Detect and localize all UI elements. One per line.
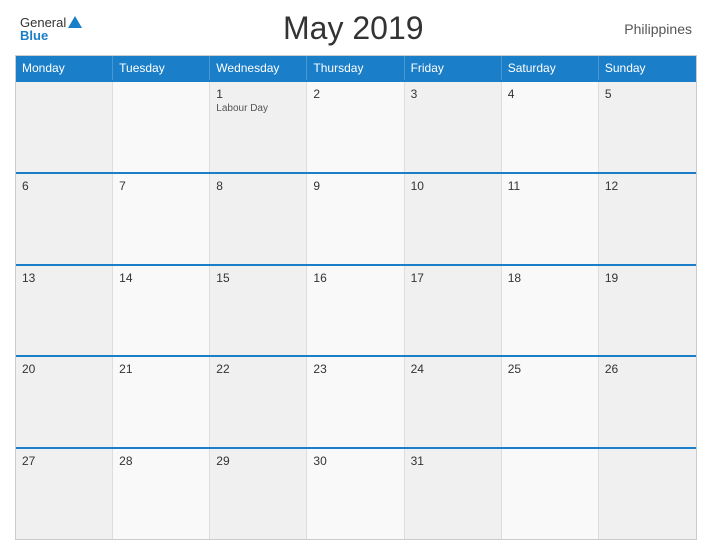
day-number: 1 [216, 87, 300, 101]
day-number: 2 [313, 87, 397, 101]
calendar-cell: 11 [502, 174, 599, 264]
calendar-cell: 19 [599, 266, 696, 356]
calendar-title: May 2019 [283, 10, 424, 47]
calendar-cell: 2 [307, 82, 404, 172]
calendar-week-5: 27 28 29 30 31 [16, 447, 696, 539]
calendar-cell [113, 82, 210, 172]
day-of-week-sunday: Sunday [599, 56, 696, 80]
day-number: 29 [216, 454, 300, 468]
calendar-cell: 20 [16, 357, 113, 447]
calendar-cell: 25 [502, 357, 599, 447]
calendar-week-1: 1 Labour Day 2345 [16, 80, 696, 172]
calendar-cell: 17 [405, 266, 502, 356]
day-event: Labour Day [216, 103, 300, 114]
calendar-cell: 7 [113, 174, 210, 264]
logo-blue-text: Blue [20, 29, 82, 42]
calendar-body: 1Labour Day23456789101112131415161718192… [16, 80, 696, 539]
day-number: 25 [508, 362, 592, 376]
day-number: 9 [313, 179, 397, 193]
calendar-cell: 31 [405, 449, 502, 539]
day-number: 26 [605, 362, 690, 376]
day-number: 21 [119, 362, 203, 376]
day-number: 15 [216, 271, 300, 285]
calendar-cell [16, 82, 113, 172]
day-number: 20 [22, 362, 106, 376]
day-of-week-wednesday: Wednesday [210, 56, 307, 80]
calendar-cell: 24 [405, 357, 502, 447]
calendar-cell: 27 [16, 449, 113, 539]
day-number: 24 [411, 362, 495, 376]
logo: General Blue [20, 16, 82, 42]
day-number: 23 [313, 362, 397, 376]
day-number: 22 [216, 362, 300, 376]
logo-general-text: General [20, 16, 66, 29]
calendar-header: MondayTuesdayWednesdayThursdayFridaySatu… [16, 56, 696, 80]
calendar-cell: 30 [307, 449, 404, 539]
calendar-cell: 3 [405, 82, 502, 172]
day-of-week-monday: Monday [16, 56, 113, 80]
day-of-week-saturday: Saturday [502, 56, 599, 80]
calendar-cell: 13 [16, 266, 113, 356]
day-number: 19 [605, 271, 690, 285]
calendar-cell: 6 [16, 174, 113, 264]
calendar-cell: 14 [113, 266, 210, 356]
calendar-cell: 28 [113, 449, 210, 539]
calendar-cell: 16 [307, 266, 404, 356]
calendar-week-4: 20 21 22 23 24 25 26 [16, 355, 696, 447]
day-number: 27 [22, 454, 106, 468]
day-number: 6 [22, 179, 106, 193]
calendar-cell: 9 [307, 174, 404, 264]
day-number: 10 [411, 179, 495, 193]
day-number: 4 [508, 87, 592, 101]
day-number: 16 [313, 271, 397, 285]
header: General Blue May 2019 Philippines [15, 10, 697, 47]
calendar-cell: 5 [599, 82, 696, 172]
calendar-cell: 26 [599, 357, 696, 447]
calendar: MondayTuesdayWednesdayThursdayFridaySatu… [15, 55, 697, 540]
calendar-cell: 15 [210, 266, 307, 356]
page: General Blue May 2019 Philippines Monday… [0, 0, 712, 550]
country-label: Philippines [624, 21, 692, 37]
calendar-cell [599, 449, 696, 539]
calendar-cell: 21 [113, 357, 210, 447]
logo-triangle-icon [68, 16, 82, 28]
calendar-cell: 18 [502, 266, 599, 356]
day-number: 12 [605, 179, 690, 193]
calendar-cell: 12 [599, 174, 696, 264]
calendar-cell: 23 [307, 357, 404, 447]
calendar-cell [502, 449, 599, 539]
day-of-week-friday: Friday [405, 56, 502, 80]
day-of-week-thursday: Thursday [307, 56, 404, 80]
day-number: 3 [411, 87, 495, 101]
day-number: 30 [313, 454, 397, 468]
calendar-cell: 29 [210, 449, 307, 539]
calendar-week-3: 13 14 15 16 17 18 19 [16, 264, 696, 356]
day-number: 18 [508, 271, 592, 285]
day-number: 13 [22, 271, 106, 285]
calendar-cell: 4 [502, 82, 599, 172]
day-number: 7 [119, 179, 203, 193]
day-number: 14 [119, 271, 203, 285]
calendar-cell: 22 [210, 357, 307, 447]
day-number: 31 [411, 454, 495, 468]
day-number: 8 [216, 179, 300, 193]
day-number: 11 [508, 179, 592, 193]
calendar-week-2: 6789 10 11 12 [16, 172, 696, 264]
calendar-cell: 8 [210, 174, 307, 264]
day-number: 28 [119, 454, 203, 468]
day-number: 5 [605, 87, 690, 101]
day-number: 17 [411, 271, 495, 285]
calendar-cell: 10 [405, 174, 502, 264]
calendar-cell: 1 Labour Day [210, 82, 307, 172]
day-of-week-tuesday: Tuesday [113, 56, 210, 80]
